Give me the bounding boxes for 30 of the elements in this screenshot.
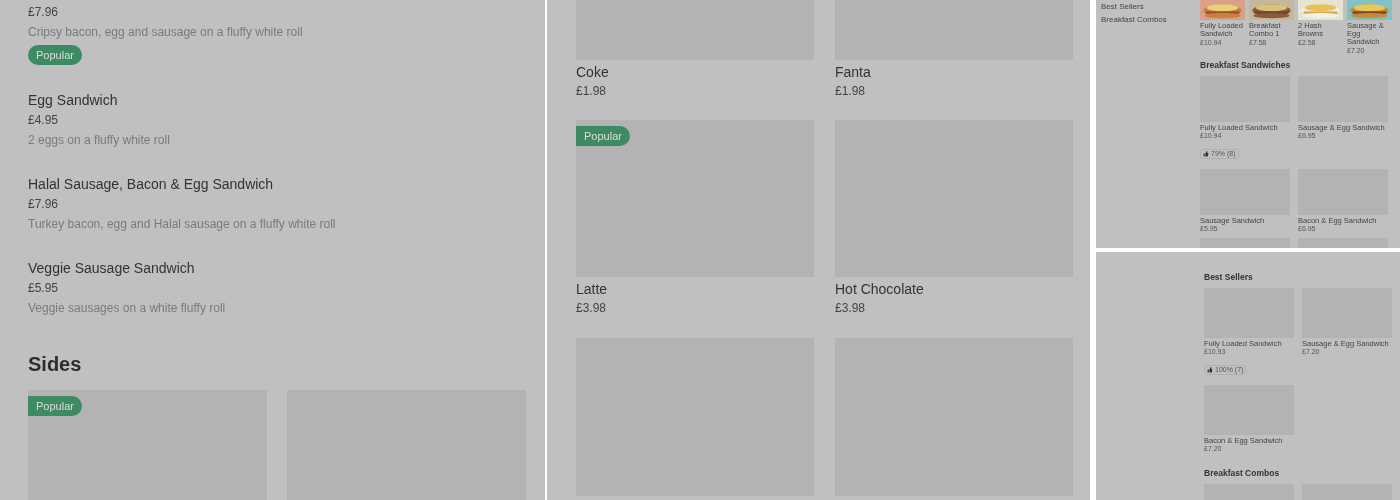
item-description: Veggie sausages on a white fluffy roll <box>28 300 227 317</box>
item-description: Turkey bacon, egg and Halal sausage on a fluffy white roll <box>28 216 337 233</box>
item-price: £7.96 <box>28 4 60 21</box>
item-name: Fanta <box>835 63 872 82</box>
item-name: Egg Sandwich <box>28 91 119 110</box>
thumbs-up-icon <box>1207 367 1213 373</box>
item-name: Halal Sausage, Bacon & Egg Sandwich <box>28 175 275 194</box>
section-heading: Best Sellers <box>1204 272 1254 283</box>
item-price: £3.98 <box>835 300 867 317</box>
item-name: Coke <box>576 63 610 82</box>
section-heading: Sides <box>28 352 83 376</box>
sidebar-link[interactable]: Best Sellers <box>1101 0 1200 13</box>
item-description: 2 eggs on a fluffy white roll <box>28 132 171 149</box>
item-price: £1.98 <box>576 83 608 100</box>
item-name: Latte <box>576 280 609 299</box>
item-price: £4.95 <box>28 112 60 129</box>
section-heading: Breakfast Sandwiches <box>1200 60 1292 71</box>
popular-badge: Popular <box>28 396 82 416</box>
item-name: Veggie Sausage Sandwich <box>28 259 196 278</box>
popular-badge: Popular <box>576 126 630 146</box>
popular-badge: Popular <box>28 45 82 65</box>
item-price: £1.98 <box>835 83 867 100</box>
item-price: £5.95 <box>28 280 60 297</box>
item-price: £7.96 <box>28 196 60 213</box>
thumbs-up-icon <box>1203 151 1209 157</box>
item-name: Hot Chocolate <box>835 280 925 299</box>
item-price: £3.98 <box>576 300 608 317</box>
section-heading: Breakfast Combos <box>1204 468 1281 479</box>
sidebar-link[interactable]: Breakfast Combos <box>1101 13 1200 26</box>
item-description: Cripsy bacon, egg and sausage on a fluffy white roll <box>28 24 304 41</box>
